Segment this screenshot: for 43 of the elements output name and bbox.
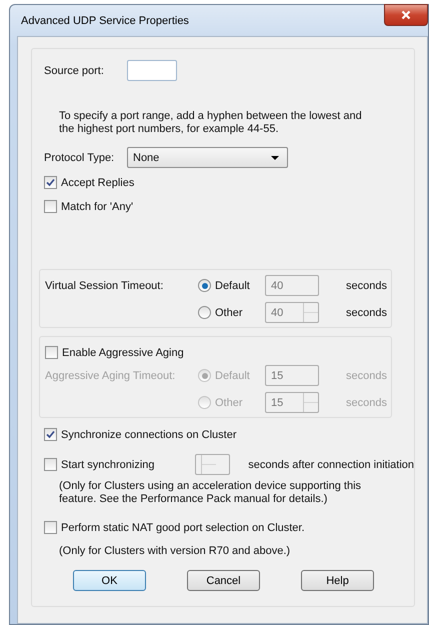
close-icon (401, 10, 411, 20)
suffix-label: seconds after connection initiation (248, 458, 414, 470)
unit-label: seconds (346, 370, 388, 382)
note-text: (Only for Clusters with version R70 and above.) (59, 545, 292, 557)
dialog-button[interactable]: Cancel (187, 570, 260, 591)
spinner-field[interactable]: 40 (265, 302, 319, 323)
field-label: Source port: (44, 64, 105, 76)
radio-button[interactable] (198, 306, 211, 319)
unit-label: seconds (346, 396, 388, 408)
note-text: (Only for Clusters using an acceleration device supporting this feature. See the Performance Pack manual for details.) (59, 480, 362, 506)
checkbox[interactable] (44, 176, 57, 189)
radio-label[interactable]: Default (215, 280, 250, 292)
checkbox[interactable] (45, 346, 58, 359)
timeout-label: Aggressive Aging Timeout: (45, 370, 176, 382)
protocol-dropdown[interactable]: None (127, 147, 288, 168)
checkbox-label[interactable]: Accept Replies (61, 176, 134, 188)
checkbox-label[interactable]: Synchronize connections on Cluster (61, 428, 236, 440)
field-label: Protocol Type: (44, 152, 116, 164)
radio-button[interactable] (198, 279, 211, 292)
checkbox[interactable] (44, 200, 57, 213)
checkbox-label[interactable]: Match for 'Any' (61, 200, 134, 212)
source-port-field[interactable] (127, 60, 177, 81)
unit-label: seconds (346, 306, 388, 318)
field-value: 40 (271, 306, 284, 318)
dropdown-value: None (133, 152, 160, 164)
checkbox-label[interactable]: Perform static NAT good port selection on Cluster. (61, 522, 305, 534)
hint-text: To specify a port range, add a hyphen between the lowest and the highest port numbers, for example 44-55. (59, 110, 363, 136)
checkbox[interactable] (44, 458, 57, 471)
timeout-label: Virtual Session Timeout: (45, 280, 164, 292)
window-title: Advanced UDP Service Properties (21, 14, 189, 26)
spinner-field[interactable] (194, 454, 230, 475)
dropdown-arrow-icon (271, 156, 279, 160)
radio-label[interactable]: Other (215, 306, 243, 318)
number-field[interactable]: 40 (265, 275, 319, 296)
close-button[interactable] (384, 4, 428, 26)
checkbox-label[interactable]: Enable Aggressive Aging (62, 346, 184, 358)
field-value: 15 (271, 396, 284, 408)
dialog-button[interactable]: Help (301, 570, 374, 591)
checkbox-label[interactable]: Start synchronizing (61, 458, 155, 470)
checkbox[interactable] (44, 428, 57, 441)
unit-label: seconds (346, 280, 388, 292)
ok-button[interactable]: OK (73, 570, 146, 591)
checkbox[interactable] (44, 521, 57, 534)
